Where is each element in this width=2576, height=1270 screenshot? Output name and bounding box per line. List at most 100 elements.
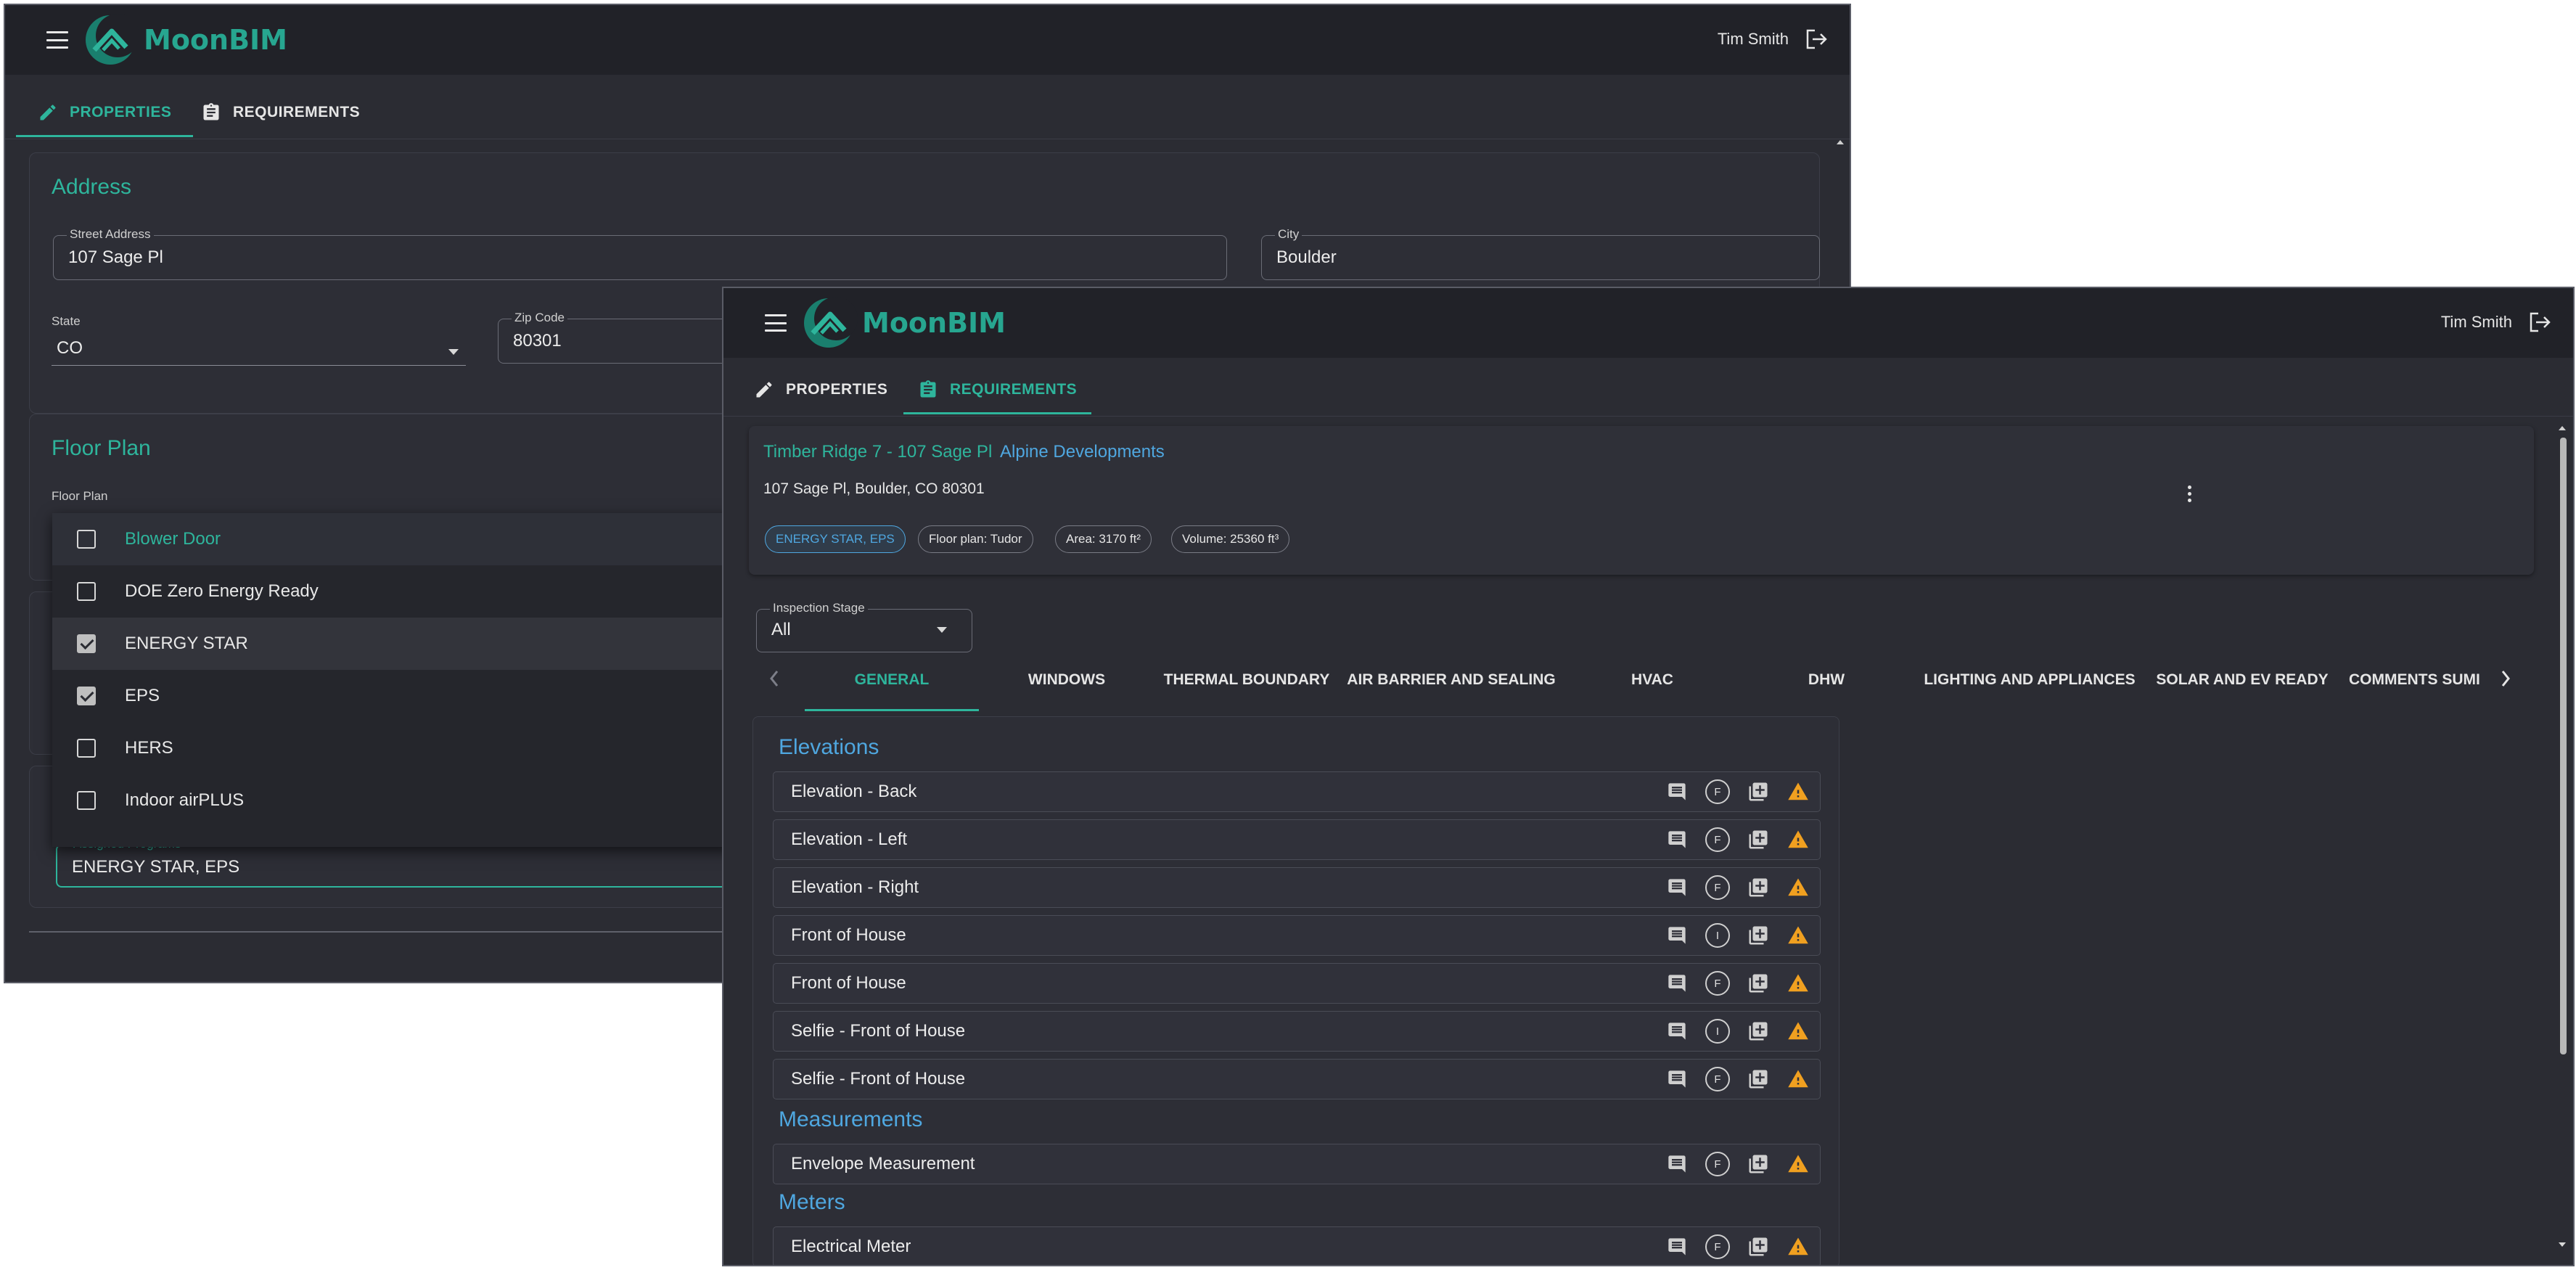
logout-icon[interactable]: [2528, 311, 2551, 333]
stage-badge[interactable]: F: [1705, 875, 1730, 900]
stage-badge[interactable]: F: [1705, 1234, 1730, 1259]
warning-icon[interactable]: [1787, 877, 1810, 898]
scroll-down-arrow[interactable]: [2559, 1242, 2566, 1247]
add-box-icon[interactable]: [1747, 1068, 1769, 1090]
list-item[interactable]: Front of House I: [773, 915, 1821, 956]
checkbox-checked[interactable]: [77, 634, 96, 653]
option-label: Indoor airPLUS: [125, 790, 245, 810]
warning-icon[interactable]: [1787, 972, 1810, 994]
warning-icon[interactable]: [1787, 1236, 1810, 1258]
floor-plan-title: Floor Plan: [52, 436, 151, 460]
stage-badge[interactable]: F: [1705, 971, 1730, 996]
dropdown-icon[interactable]: [937, 627, 947, 633]
inspection-stage-select[interactable]: Inspection Stage All: [756, 601, 972, 652]
option-doe-zero-energy-ready[interactable]: DOE Zero Energy Ready: [52, 565, 734, 618]
warning-icon[interactable]: [1787, 1020, 1810, 1042]
subtab-windows[interactable]: WINDOWS: [1028, 671, 1105, 689]
comment-icon[interactable]: [1666, 1069, 1688, 1089]
moonbim-logo-icon: [804, 297, 858, 348]
comment-icon[interactable]: [1666, 782, 1688, 802]
list-item[interactable]: Front of House F: [773, 963, 1821, 1004]
comment-icon[interactable]: [1666, 1237, 1688, 1257]
state-dropdown-icon[interactable]: [448, 349, 459, 355]
stage-badge[interactable]: F: [1705, 779, 1730, 804]
menu-icon[interactable]: [46, 31, 68, 49]
checkbox[interactable]: [77, 582, 96, 601]
user-area: Tim Smith: [1718, 28, 1828, 50]
checkbox[interactable]: [77, 791, 96, 810]
state-select[interactable]: [52, 365, 466, 366]
stage-badge[interactable]: F: [1705, 827, 1730, 852]
subtab-thermal-boundary[interactable]: THERMAL BOUNDARY: [1164, 671, 1330, 689]
list-item[interactable]: Elevation - Right F: [773, 867, 1821, 908]
builder-link[interactable]: Alpine Developments: [1000, 442, 1165, 462]
subtab-comments-summary[interactable]: COMMENTS SUMI: [2349, 671, 2487, 689]
stage-badge[interactable]: I: [1705, 923, 1730, 948]
requirements-list: Elevations Elevation - Back F Elevation -…: [752, 716, 1839, 1265]
comment-icon[interactable]: [1666, 1154, 1688, 1174]
floor-plan-label: Floor Plan: [52, 489, 108, 503]
scroll-up-arrow[interactable]: [1837, 140, 1844, 144]
comment-icon[interactable]: [1666, 973, 1688, 994]
warning-icon[interactable]: [1787, 781, 1810, 803]
add-box-icon[interactable]: [1747, 829, 1769, 851]
item-actions: F: [1649, 1060, 1810, 1099]
list-item[interactable]: Elevation - Back F: [773, 771, 1821, 812]
chevron-right-icon[interactable]: [2500, 669, 2511, 688]
add-box-icon[interactable]: [1747, 1236, 1769, 1258]
city-field[interactable]: City Boulder: [1261, 227, 1820, 280]
street-address-field[interactable]: Street Address 107 Sage Pl: [53, 227, 1227, 280]
inspection-stage-value: All: [771, 620, 791, 639]
comment-icon[interactable]: [1666, 829, 1688, 850]
subtab-hvac[interactable]: HVAC: [1631, 671, 1673, 689]
checkbox[interactable]: [77, 739, 96, 758]
list-item[interactable]: Selfie - Front of House F: [773, 1059, 1821, 1099]
subtab-lighting-and-appliances[interactable]: LIGHTING AND APPLIANCES: [1924, 671, 2135, 689]
stage-badge[interactable]: F: [1705, 1152, 1730, 1176]
option-eps[interactable]: EPS: [52, 670, 734, 722]
add-box-icon[interactable]: [1747, 877, 1769, 898]
tab-requirements[interactable]: REQUIREMENTS: [903, 380, 1092, 414]
warning-icon[interactable]: [1787, 1068, 1810, 1090]
tab-properties[interactable]: PROPERTIES: [16, 102, 194, 137]
programs-dropdown-menu: Blower Door DOE Zero Energy Ready ENERGY…: [52, 513, 734, 847]
option-blower-door[interactable]: Blower Door: [52, 513, 734, 565]
list-item[interactable]: Selfie - Front of House I: [773, 1011, 1821, 1052]
add-box-icon[interactable]: [1747, 972, 1769, 994]
subtab-dhw[interactable]: DHW: [1808, 671, 1845, 689]
add-box-icon[interactable]: [1747, 781, 1769, 803]
add-box-icon[interactable]: [1747, 925, 1769, 946]
checkbox-checked[interactable]: [77, 687, 96, 705]
scrollbar[interactable]: [2558, 426, 2568, 1253]
user-name: Tim Smith: [2440, 313, 2512, 331]
comment-icon[interactable]: [1666, 1021, 1688, 1041]
option-energy-star[interactable]: ENERGY STAR: [52, 618, 734, 670]
warning-icon[interactable]: [1787, 1153, 1810, 1175]
scrollbar-thumb[interactable]: [2560, 438, 2567, 1054]
comment-icon[interactable]: [1666, 925, 1688, 946]
chevron-left-icon[interactable]: [768, 669, 780, 688]
add-box-icon[interactable]: [1747, 1020, 1769, 1042]
option-indoor-airplus[interactable]: Indoor airPLUS: [52, 774, 734, 827]
more-options-icon[interactable]: [2188, 486, 2191, 502]
subtab-air-barrier-and-sealing[interactable]: AIR BARRIER AND SEALING: [1347, 671, 1555, 689]
warning-icon[interactable]: [1787, 829, 1810, 851]
tab-requirements[interactable]: REQUIREMENTS: [201, 102, 360, 123]
scroll-up-arrow[interactable]: [2559, 426, 2566, 430]
tab-properties[interactable]: PROPERTIES: [754, 380, 887, 400]
stage-badge[interactable]: F: [1705, 1067, 1730, 1091]
logout-icon[interactable]: [1805, 28, 1828, 50]
stage-badge[interactable]: I: [1705, 1019, 1730, 1044]
menu-icon[interactable]: [765, 314, 787, 332]
subtab-general[interactable]: GENERAL: [855, 671, 930, 689]
list-item[interactable]: Electrical Meter F: [773, 1226, 1821, 1265]
add-box-icon[interactable]: [1747, 1153, 1769, 1175]
checkbox[interactable]: [77, 530, 96, 549]
warning-icon[interactable]: [1787, 925, 1810, 946]
option-hers[interactable]: HERS: [52, 722, 734, 774]
subtab-solar-and-ev-ready[interactable]: SOLAR AND EV READY: [2156, 671, 2328, 689]
programs-chip: ENERGY STAR, EPS: [765, 525, 906, 553]
list-item[interactable]: Elevation - Left F: [773, 819, 1821, 860]
comment-icon[interactable]: [1666, 877, 1688, 898]
list-item[interactable]: Envelope Measurement F: [773, 1144, 1821, 1184]
